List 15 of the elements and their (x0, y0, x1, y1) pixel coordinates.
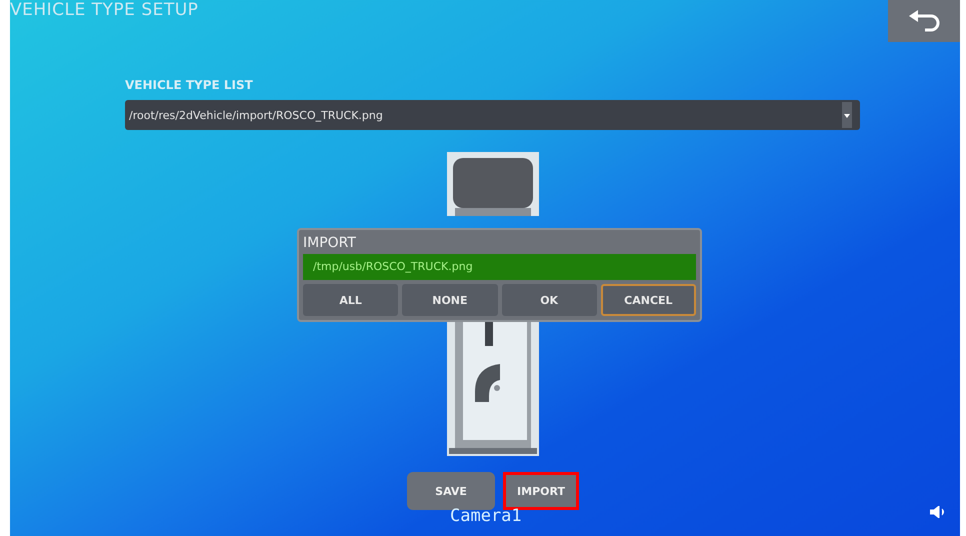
dialog-button[interactable]: CANCEL (600, 284, 696, 316)
file-list-item[interactable]: /tmp/usb/ROSCO_TRUCK.png (303, 254, 696, 280)
dialog-button[interactable]: ALL (303, 284, 398, 316)
camera-label: Camera1 (450, 508, 522, 524)
vehicle-type-dropdown[interactable]: /root/res/2dVehicle/import/ROSCO_TRUCK.png (125, 100, 860, 130)
caret-icon (842, 102, 852, 128)
dialog-title: IMPORT (303, 234, 357, 253)
action-button[interactable]: IMPORT (503, 472, 579, 510)
screen-title: VEHICLE TYPE SETUP (10, 0, 198, 20)
back-arrow-icon (907, 10, 941, 32)
back-button[interactable] (888, 0, 960, 42)
dialog-button[interactable]: OK (502, 284, 597, 316)
dialog-button[interactable]: NONE (402, 284, 498, 316)
field-label: VEHICLE TYPE LIST (125, 78, 254, 94)
action-button[interactable]: SAVE (407, 472, 495, 510)
